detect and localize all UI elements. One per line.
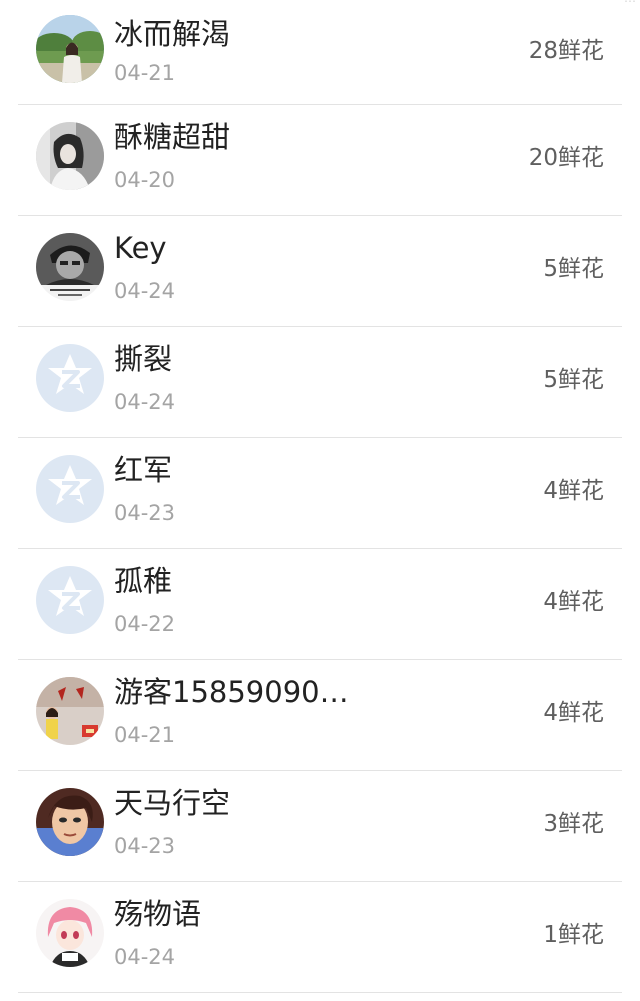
user-photo-icon [36, 15, 104, 83]
list-item[interactable]: 孤稚 04-22 4鲜花 [0, 549, 640, 660]
avatar[interactable] [36, 233, 104, 301]
gift-date: 04-23 [114, 501, 176, 525]
gift-date: 04-24 [114, 279, 176, 303]
list-item[interactable]: 撕裂 04-24 5鲜花 [0, 327, 640, 438]
avatar[interactable] [36, 344, 104, 412]
cartoon-avatar-icon [36, 788, 104, 856]
flower-count: 4鲜花 [543, 589, 604, 615]
list-item[interactable]: 殇物语 04-24 1鲜花 [0, 882, 640, 993]
user-name[interactable]: 孤稚 [114, 561, 172, 601]
user-name[interactable]: 殇物语 [114, 894, 201, 934]
user-name[interactable]: Key [114, 228, 167, 268]
flower-count: 5鲜花 [543, 256, 604, 282]
corner-mark: ⋯ [624, 0, 636, 8]
default-avatar-icon [36, 344, 104, 412]
user-photo-icon [36, 233, 104, 301]
user-name[interactable]: 撕裂 [114, 339, 172, 379]
avatar[interactable] [36, 15, 104, 83]
user-name[interactable]: 游客15859090… [114, 672, 349, 712]
flower-count: 1鲜花 [543, 922, 604, 948]
user-name[interactable]: 酥糖超甜 [114, 117, 230, 157]
flower-count: 3鲜花 [543, 811, 604, 837]
gift-date: 04-21 [114, 723, 176, 747]
avatar[interactable] [36, 788, 104, 856]
gift-date: 04-23 [114, 834, 176, 858]
user-name[interactable]: 天马行空 [114, 783, 230, 823]
user-name[interactable]: 红军 [114, 450, 172, 490]
default-avatar-icon [36, 566, 104, 634]
user-photo-icon [36, 122, 104, 190]
list-item[interactable]: 冰而解渴 04-21 28鲜花 ⋯ [0, 0, 640, 105]
flower-count: 28鲜花 [528, 38, 604, 64]
gift-date: 04-20 [114, 168, 176, 192]
flower-count: 5鲜花 [543, 367, 604, 393]
list-item[interactable]: 游客15859090… 04-21 4鲜花 [0, 660, 640, 771]
list-item[interactable]: 天马行空 04-23 3鲜花 [0, 771, 640, 882]
gift-date: 04-24 [114, 945, 176, 969]
avatar[interactable] [36, 122, 104, 190]
flower-count: 20鲜花 [528, 145, 604, 171]
flower-count: 4鲜花 [543, 700, 604, 726]
avatar[interactable] [36, 899, 104, 967]
avatar[interactable] [36, 566, 104, 634]
anime-avatar-icon [36, 899, 104, 967]
flower-ranking-list: 冰而解渴 04-21 28鲜花 ⋯ 酥糖超甜 04-20 20鲜花 Key 04… [0, 0, 640, 993]
list-item[interactable]: Key 04-24 5鲜花 [0, 216, 640, 327]
list-item[interactable]: 酥糖超甜 04-20 20鲜花 [0, 105, 640, 216]
avatar[interactable] [36, 677, 104, 745]
user-photo-icon [36, 677, 104, 745]
gift-date: 04-21 [114, 61, 176, 85]
list-item[interactable]: 红军 04-23 4鲜花 [0, 438, 640, 549]
gift-date: 04-24 [114, 390, 176, 414]
default-avatar-icon [36, 455, 104, 523]
flower-count: 4鲜花 [543, 478, 604, 504]
gift-date: 04-22 [114, 612, 176, 636]
avatar[interactable] [36, 455, 104, 523]
user-name[interactable]: 冰而解渴 [114, 14, 230, 54]
